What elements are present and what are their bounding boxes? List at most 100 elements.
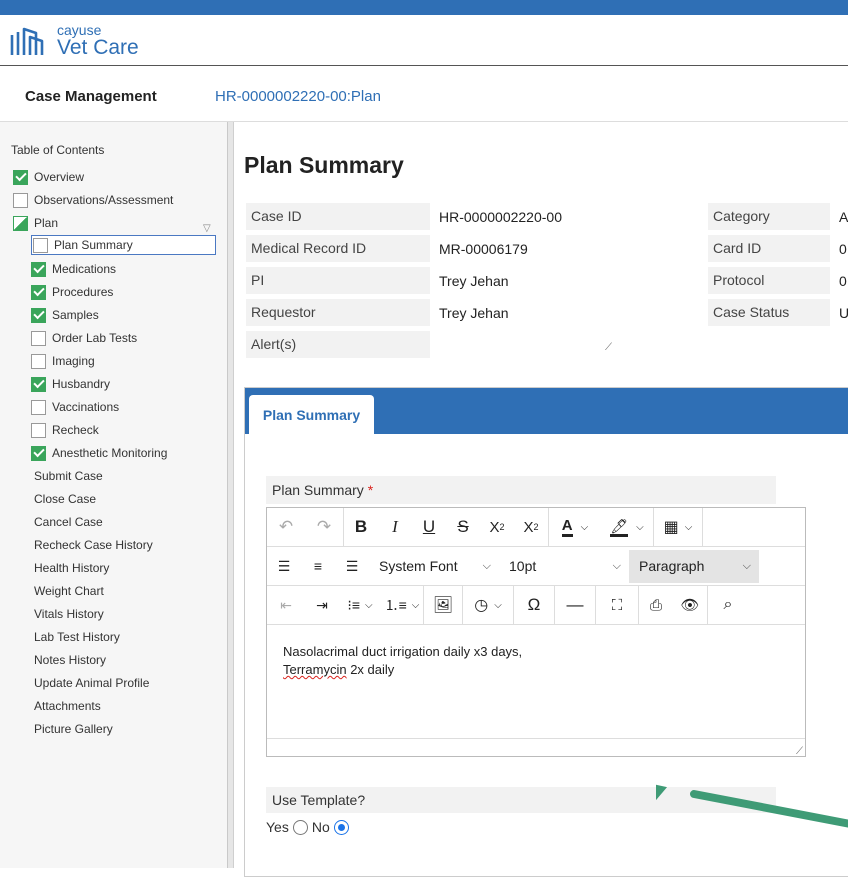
brand-app-name: Vet Care (57, 36, 139, 59)
toc-item-label: Recheck (52, 423, 99, 437)
toc-item-label: Plan Summary (54, 238, 133, 252)
tab-plan-summary[interactable]: Plan Summary (249, 395, 374, 435)
text-color-icon[interactable]: A ⌵ (549, 508, 601, 547)
search-icon[interactable]: ⌕ (708, 586, 748, 625)
toc-checkbox[interactable] (33, 237, 48, 253)
bold-icon[interactable]: B (344, 508, 378, 547)
sidebar-splitter[interactable] (228, 122, 234, 868)
toc-item-label: Cancel Case (34, 515, 103, 529)
toc-checkbox[interactable] (13, 192, 28, 208)
editor-line-2: Terramycin 2x daily (283, 661, 789, 679)
template-yes-radio[interactable] (292, 819, 308, 835)
resize-handle-icon[interactable]: ⟋ (605, 342, 612, 353)
case-breadcrumb[interactable]: HR-0000002220-00:Plan (215, 88, 381, 105)
toc-item-label: Imaging (52, 354, 95, 368)
horizontal-line-icon[interactable]: — (555, 586, 595, 625)
alerts-textarea[interactable] (431, 325, 616, 355)
toc-item-plan-summary[interactable]: Plan Summary (31, 235, 216, 255)
toc-item-plan[interactable]: Plan (13, 213, 58, 233)
highlight-color-icon[interactable]: 🖊 ⌵ (601, 508, 653, 547)
toc-item-picture-gallery[interactable]: Picture Gallery (34, 719, 113, 739)
toc-item-label: Picture Gallery (34, 722, 113, 736)
special-character-icon[interactable]: Ω (514, 586, 554, 625)
toc-checkbox[interactable] (13, 169, 28, 185)
bullet-list-icon[interactable]: ⁝≡ ⌵ (339, 586, 381, 625)
toc-item-label: Vitals History (34, 607, 104, 621)
toc-checkbox[interactable] (31, 422, 46, 438)
preview-icon[interactable]: 👁 (673, 586, 707, 625)
toc-item-label: Lab Test History (34, 630, 120, 644)
chevron-down-icon: ⌵ (742, 559, 751, 572)
case-id-label: Case ID (246, 203, 430, 230)
redo-icon[interactable]: ↷ (305, 508, 343, 547)
editor-content-area[interactable]: Nasolacrimal duct irrigation daily x3 da… (267, 626, 805, 738)
case-id-value: HR-0000002220-00 (439, 209, 562, 225)
toc-item-health-history[interactable]: Health History (34, 558, 109, 578)
toc-item-label: Procedures (52, 285, 114, 299)
toc-item-submit-case[interactable]: Submit Case (34, 466, 103, 486)
toc-checkbox[interactable] (31, 353, 46, 369)
toc-item-observations-assessment[interactable]: Observations/Assessment (13, 190, 173, 210)
toc-item-overview[interactable]: Overview (13, 167, 84, 187)
align-left-icon[interactable]: ☰ (267, 547, 301, 586)
toc-item-samples[interactable]: Samples (31, 305, 99, 325)
underline-icon[interactable]: U (412, 508, 446, 547)
panel-tab-bar: Plan Summary (245, 388, 848, 435)
block-format-value: Paragraph (639, 558, 705, 574)
table-icon[interactable]: ▦ ⌵ (654, 508, 702, 547)
print-icon[interactable]: ⎙ (639, 586, 673, 625)
toc-checkbox[interactable] (31, 307, 46, 323)
indent-icon[interactable]: ⇥ (305, 586, 339, 625)
align-right-icon[interactable]: ☰ (335, 547, 369, 586)
toc-item-imaging[interactable]: Imaging (31, 351, 95, 371)
toc-checkbox[interactable] (31, 399, 46, 415)
italic-icon[interactable]: I (378, 508, 412, 547)
editor-resize-handle-icon[interactable]: ⟋ (796, 746, 803, 757)
superscript-icon[interactable]: X2 (514, 508, 548, 547)
numbered-list-icon[interactable]: ⒈≡ ⌵ (381, 586, 423, 625)
toc-item-attachments[interactable]: Attachments (34, 696, 101, 716)
toc-item-weight-chart[interactable]: Weight Chart (34, 581, 104, 601)
strikethrough-icon[interactable]: S (446, 508, 480, 547)
toc-checkbox[interactable] (31, 376, 46, 392)
table-of-contents: Table of Contents Overview Observations/A… (0, 122, 228, 868)
align-center-icon[interactable]: ≡ (301, 547, 335, 586)
template-no-radio[interactable] (333, 819, 349, 835)
toc-item-order-lab-tests[interactable]: Order Lab Tests (31, 328, 137, 348)
toc-item-update-animal-profile[interactable]: Update Animal Profile (34, 673, 149, 693)
font-family-select[interactable]: System Font ⌵ (369, 547, 499, 586)
toc-item-medications[interactable]: Medications (31, 259, 116, 279)
toc-item-label: Notes History (34, 653, 107, 667)
subscript-icon[interactable]: X2 (480, 508, 514, 547)
toc-checkbox[interactable] (31, 261, 46, 277)
toc-checkbox[interactable] (31, 330, 46, 346)
block-format-select[interactable]: Paragraph ⌵ (629, 549, 759, 583)
undo-icon[interactable]: ↶ (267, 508, 305, 547)
toc-checkbox[interactable] (31, 445, 46, 461)
image-icon[interactable]: 🖼 (424, 586, 462, 625)
toc-item-lab-test-history[interactable]: Lab Test History (34, 627, 120, 647)
category-value: A (839, 209, 848, 225)
collapse-caret-icon[interactable]: ▽ (203, 223, 211, 234)
toc-item-recheck-case-history[interactable]: Recheck Case History (34, 535, 153, 555)
toc-item-label: Submit Case (34, 469, 103, 483)
editor-toolbar-row-1: ↶ ↷ B I U S X2 X2 A ⌵ 🖊 ⌵ ▦ ⌵ (267, 507, 805, 547)
toc-item-anesthetic-monitoring[interactable]: Anesthetic Monitoring (31, 443, 167, 463)
toc-item-cancel-case[interactable]: Cancel Case (34, 512, 103, 532)
toc-checkbox[interactable] (13, 215, 28, 231)
font-size-select[interactable]: 10pt ⌵ (499, 547, 629, 586)
toc-item-procedures[interactable]: Procedures (31, 282, 113, 302)
toc-item-vitals-history[interactable]: Vitals History (34, 604, 104, 624)
outdent-icon[interactable]: ⇤ (267, 586, 305, 625)
toc-item-close-case[interactable]: Close Case (34, 489, 96, 509)
toc-checkbox[interactable] (31, 284, 46, 300)
toc-item-notes-history[interactable]: Notes History (34, 650, 106, 670)
toc-item-vaccinations[interactable]: Vaccinations (31, 397, 119, 417)
toc-item-husbandry[interactable]: Husbandry (31, 374, 110, 394)
toc-item-recheck[interactable]: Recheck (31, 420, 99, 440)
datetime-icon[interactable]: ◷ ⌵ (463, 586, 513, 625)
font-size-value: 10pt (509, 558, 537, 574)
editor-status-bar: ⟋ (267, 738, 805, 757)
toc-item-label: Recheck Case History (34, 538, 153, 552)
fullscreen-icon[interactable]: ⛶ (596, 586, 638, 625)
